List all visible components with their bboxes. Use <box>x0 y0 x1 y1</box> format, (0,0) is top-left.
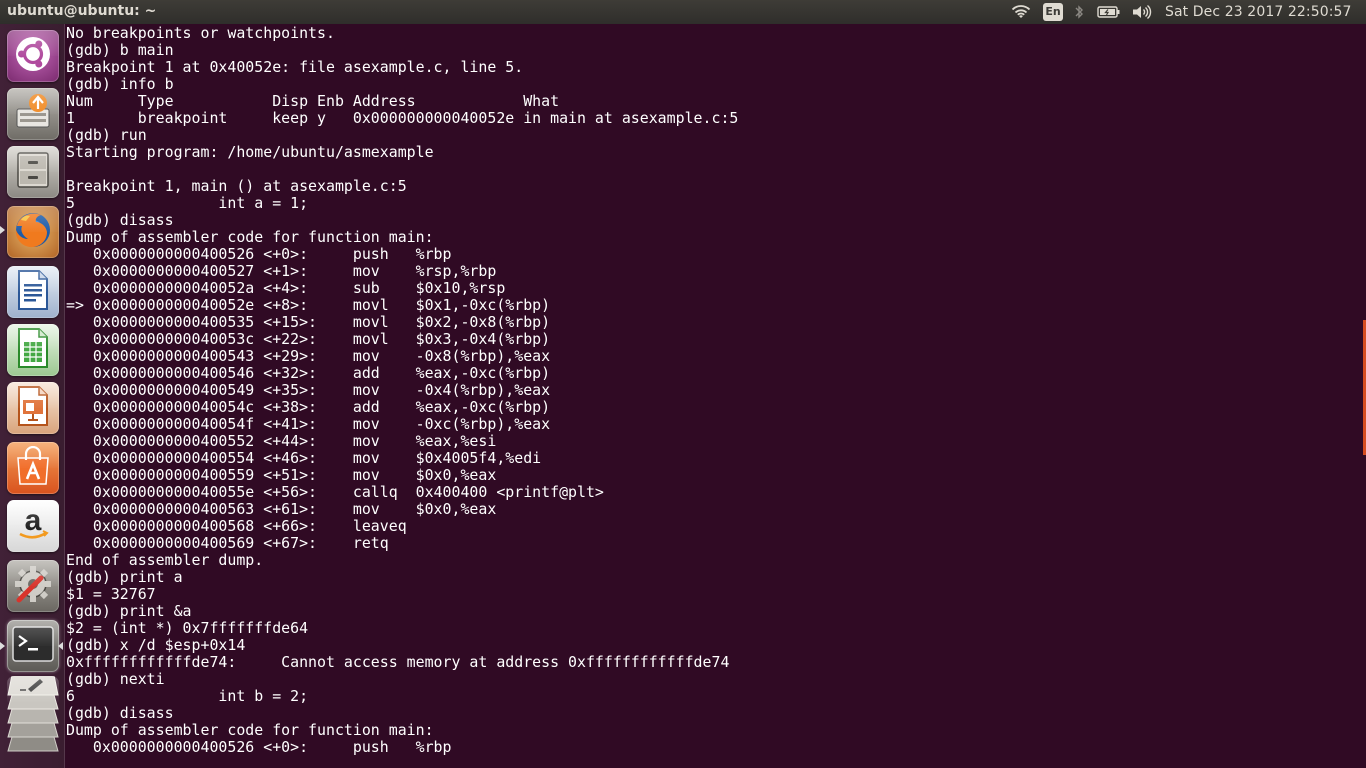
launcher-item-ubuntu-software[interactable] <box>7 442 59 494</box>
terminal-line: End of assembler dump. <box>66 551 264 569</box>
terminal-line: 0x000000000040054c <+38>: add %eax,-0xc(… <box>66 398 551 416</box>
terminal-line: 0x0000000000400527 <+1>: mov %rsp,%rbp <box>66 262 497 280</box>
terminal-line: 0x0000000000400569 <+67>: retq <box>66 534 389 552</box>
terminal-line: (gdb) nexti <box>66 670 165 688</box>
settings-gear-icon <box>11 562 55 610</box>
terminal-line: (gdb) print &a <box>66 602 192 620</box>
terminal-line: (gdb) run <box>66 126 147 144</box>
terminal-line: 5 int a = 1; <box>66 194 309 212</box>
terminal-line: => 0x000000000040052e <+8>: movl $0x1,-0… <box>66 296 551 314</box>
terminal-line: 0x000000000040053c <+22>: movl $0x3,-0x4… <box>66 330 551 348</box>
impress-presentation-icon <box>15 385 51 431</box>
terminal-line: (gdb) disass <box>66 211 174 229</box>
terminal-line: 0x0000000000400552 <+44>: mov %eax,%esi <box>66 432 497 450</box>
terminal-line: $1 = 32767 <box>66 585 156 603</box>
launcher-item-system-settings[interactable] <box>7 560 59 612</box>
shopping-bag-icon <box>14 445 52 490</box>
terminal-line: 0x0000000000400526 <+0>: push %rbp <box>66 738 452 756</box>
launcher-item-firefox[interactable] <box>7 206 59 258</box>
clock[interactable]: Sat Dec 23 2017 22:50:57 <box>1165 4 1352 20</box>
terminal-line: 0x0000000000400526 <+0>: push %rbp <box>66 245 452 263</box>
terminal-line: 0x0000000000400563 <+61>: mov $0x0,%eax <box>66 500 497 518</box>
launcher-item-amazon[interactable]: a <box>7 500 59 552</box>
terminal-line: Starting program: /home/ubuntu/asmexampl… <box>66 143 434 161</box>
workspace-switcher-icon <box>7 676 59 764</box>
terminal-line: Breakpoint 1, main () at asexample.c:5 <box>66 177 407 195</box>
terminal-line: 0x000000000040052a <+4>: sub $0x10,%rsp <box>66 279 506 297</box>
launcher-item-libreoffice-writer[interactable] <box>7 266 59 318</box>
terminal-line: (gdb) info b <box>66 75 174 93</box>
launcher-item-libreoffice-calc[interactable] <box>7 324 59 376</box>
software-updater-icon <box>12 91 54 137</box>
terminal-line: 0x0000000000400549 <+35>: mov -0x4(%rbp)… <box>66 381 551 399</box>
writer-document-icon <box>15 269 51 315</box>
launcher-item-terminal[interactable] <box>7 620 59 672</box>
wifi-icon[interactable] <box>1010 0 1032 24</box>
calc-spreadsheet-icon <box>15 327 51 373</box>
amazon-logo-icon: a <box>13 504 53 548</box>
running-indicator <box>0 642 5 650</box>
terminal-line: (gdb) x /d $esp+0x14 <box>66 636 246 654</box>
terminal-line: 0x0000000000400535 <+15>: movl $0x2,-0x8… <box>66 313 551 331</box>
terminal-icon <box>12 626 54 666</box>
terminal-window[interactable]: No breakpoints or watchpoints. (gdb) b ma… <box>65 24 1366 768</box>
terminal-line: Dump of assembler code for function main… <box>66 721 434 739</box>
terminal-line: (gdb) disass <box>66 704 174 722</box>
terminal-line: 1 breakpoint keep y 0x000000000040052e i… <box>66 109 739 127</box>
launcher-item-files[interactable] <box>7 146 59 198</box>
terminal-line: 0x000000000040054f <+41>: mov -0xc(%rbp)… <box>66 415 551 433</box>
terminal-line: (gdb) b main <box>66 41 174 59</box>
running-indicator <box>0 226 5 234</box>
ubuntu-logo-icon <box>14 35 52 77</box>
terminal-line: Num Type Disp Enb Address What <box>66 92 560 110</box>
terminal-line: 0x0000000000400568 <+66>: leaveq <box>66 517 407 535</box>
launcher-item-software-updater[interactable] <box>7 88 59 140</box>
window-title: ubuntu@ubuntu: ~ <box>7 3 157 19</box>
terminal-line: 0x0000000000400546 <+32>: add %eax,-0xc(… <box>66 364 551 382</box>
terminal-line: 0xffffffffffffde74: Cannot access memory… <box>66 653 730 671</box>
launcher-item-libreoffice-impress[interactable] <box>7 382 59 434</box>
launcher-item-workspaces[interactable] <box>7 676 59 764</box>
terminal-line: No breakpoints or watchpoints. <box>66 24 335 42</box>
keyboard-language-icon[interactable]: En <box>1043 3 1063 21</box>
terminal-line: 0x0000000000400554 <+46>: mov $0x4005f4,… <box>66 449 542 467</box>
launcher-item-dash[interactable] <box>7 30 59 82</box>
terminal-line: Breakpoint 1 at 0x40052e: file asexample… <box>66 58 524 76</box>
launcher: a <box>0 24 65 768</box>
volume-icon[interactable] <box>1131 0 1153 24</box>
terminal-line: $2 = (int *) 0x7fffffffde64 <box>66 619 309 637</box>
battery-icon[interactable] <box>1097 0 1121 24</box>
terminal-output[interactable]: No breakpoints or watchpoints. (gdb) b ma… <box>66 25 738 756</box>
top-panel: ubuntu@ubuntu: ~ En Sat Dec 23 2017 22:5… <box>0 0 1366 24</box>
terminal-line: 0x000000000040055e <+56>: callq 0x400400… <box>66 483 604 501</box>
bluetooth-icon[interactable] <box>1072 0 1086 24</box>
terminal-line: Dump of assembler code for function main… <box>66 228 434 246</box>
file-cabinet-icon <box>13 150 53 194</box>
terminal-line: (gdb) print a <box>66 568 183 586</box>
firefox-icon <box>11 208 55 256</box>
focused-indicator <box>58 642 63 650</box>
terminal-line: 0x0000000000400559 <+51>: mov $0x0,%eax <box>66 466 497 484</box>
terminal-line: 0x0000000000400543 <+29>: mov -0x8(%rbp)… <box>66 347 551 365</box>
svg-text:a: a <box>25 504 42 537</box>
terminal-line: 6 int b = 2; <box>66 687 309 705</box>
